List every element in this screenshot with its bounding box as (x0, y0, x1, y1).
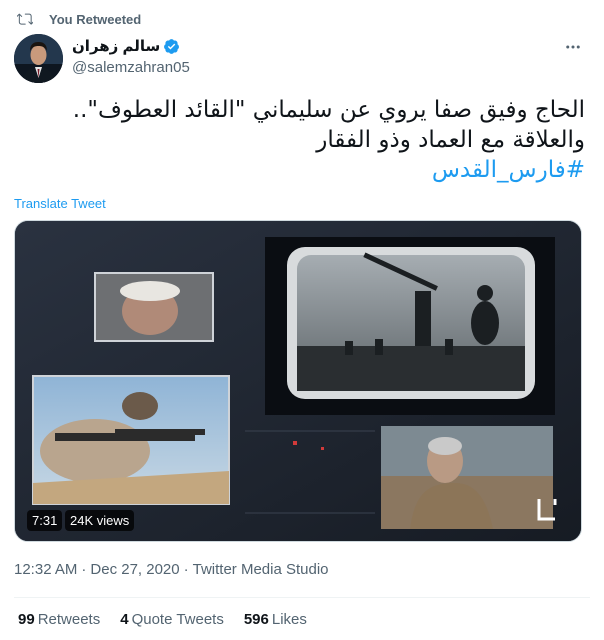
verified-badge-icon (164, 38, 180, 54)
user-info: سالم زهران @salemzahran05 (72, 36, 190, 76)
likes-count: 596 (243, 611, 269, 628)
retweet-label: You Retweeted (49, 11, 142, 27)
retweet-icon (17, 13, 33, 25)
retweets-label: Retweets (37, 611, 101, 628)
likes-label: Likes (271, 611, 307, 628)
likes-stat[interactable]: 596 Likes (244, 611, 307, 628)
tweet-date[interactable]: Dec 27, 2020 (90, 561, 179, 578)
tweet-text: الحاج وفيق صفا يروي عن سليماني "القائد ا… (14, 95, 585, 185)
tweet-time[interactable]: 12:32 AM (14, 561, 77, 578)
tweet-meta: 12:32 AM · Dec 27, 2020 · Twitter Media … (14, 561, 329, 578)
video-duration: 7:31 (27, 510, 63, 531)
tweet-stats: 99 Retweets 4 Quote Tweets 596 Likes (18, 611, 307, 628)
video-thumbnail (15, 221, 581, 541)
retweets-count: 99 (18, 611, 35, 628)
avatar-image (14, 34, 63, 83)
tweet-line-2: والعلاقة مع العماد وذو الفقار (316, 127, 585, 153)
retweet-context: You Retweeted (17, 9, 141, 29)
tweet-line-1: الحاج وفيق صفا يروي عن سليماني "القائد ا… (72, 97, 585, 123)
hashtag-link[interactable]: #فارس_القدس (14, 155, 585, 185)
quote-tweets-count: 4 (120, 611, 129, 628)
display-name[interactable]: سالم زهران (72, 37, 160, 55)
meta-separator: · (183, 561, 189, 578)
translate-tweet-link[interactable]: Translate Tweet (14, 196, 106, 211)
retweets-stat[interactable]: 99 Retweets (18, 611, 100, 628)
tweet-source[interactable]: Twitter Media Studio (193, 561, 329, 578)
video-player[interactable]: 7:31 24K views (14, 220, 582, 542)
more-icon[interactable] (562, 36, 584, 58)
quote-tweets-label: Quote Tweets (131, 611, 224, 628)
meta-separator: · (81, 561, 87, 578)
video-views: 24K views (65, 510, 135, 531)
quote-tweets-stat[interactable]: 4 Quote Tweets (120, 611, 224, 628)
divider (14, 597, 590, 598)
avatar[interactable] (14, 34, 63, 83)
user-handle[interactable]: @salemzahran05 (72, 59, 190, 76)
